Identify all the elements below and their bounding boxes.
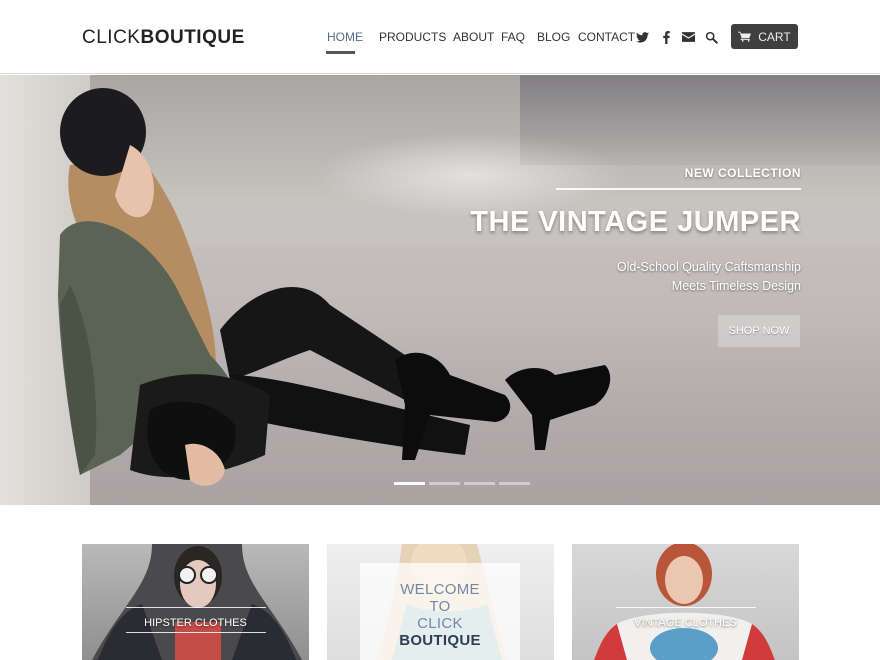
hero-kicker: NEW COLLECTION [684,166,801,180]
tile3-label: VINTAGE CLOTHES [634,617,737,629]
welcome-line-4: BOUTIQUE [399,632,481,649]
search-icon[interactable] [704,30,718,44]
hero-slider: NEW COLLECTION THE VINTAGE JUMPER Old-Sc… [0,75,880,505]
nav-blog[interactable]: BLOG [537,30,570,44]
slider-dot-4[interactable] [499,482,530,485]
cart-icon [738,31,752,42]
hero-model-photo [58,88,611,486]
hipster-model-photo [92,544,302,660]
slider-dot-2[interactable] [429,482,460,485]
tile3-rule-top [616,607,756,608]
tile-welcome[interactable]: WELCOME TO CLICK BOUTIQUE [327,544,554,660]
tile-hipster-clothes[interactable]: HIPSTER CLOTHES [82,544,309,660]
cart-button[interactable]: CART [731,24,798,49]
welcome-line-3: CLICK [417,615,463,632]
twitter-icon[interactable] [635,30,649,44]
slider-dot-3[interactable] [464,482,495,485]
hero-subtitle-line2: Meets Timeless Design [671,279,801,293]
logo-bold-text: BOUTIQUE [140,27,245,48]
nav-about[interactable]: ABOUT [453,30,494,44]
site-logo[interactable]: CLICKBOUTIQUE [82,27,245,49]
hero-divider [556,188,801,190]
tile1-rule-top [126,607,266,608]
welcome-line-2: TO [429,598,451,615]
logo-light-text: CLICK [82,27,141,48]
cart-label: CART [758,29,791,44]
slider-dot-1[interactable] [394,482,425,485]
welcome-box: WELCOME TO CLICK BOUTIQUE [360,563,520,660]
nav-home[interactable]: HOME [327,30,363,44]
vintage-model-photo [594,544,775,660]
nav-faq[interactable]: FAQ [501,30,525,44]
active-nav-indicator [326,51,355,54]
tile1-rule-bottom [126,632,266,633]
nav-contact[interactable]: CONTACT [578,30,635,44]
shop-now-button[interactable]: SHOP NOW [718,315,800,347]
hero-subtitle: Old-School Quality Caftsmanship Meets Ti… [617,258,801,296]
nav-products[interactable]: PRODUCTS [379,30,446,44]
welcome-line-1: WELCOME [400,581,480,598]
facebook-icon[interactable] [659,30,673,44]
mail-icon[interactable] [681,30,695,44]
site-header: CLICKBOUTIQUE HOME PRODUCTS ABOUT FAQ BL… [0,0,880,74]
hero-subtitle-line1: Old-School Quality Caftsmanship [616,260,801,274]
tile1-label: HIPSTER CLOTHES [144,617,247,629]
hero-title: THE VINTAGE JUMPER [470,206,801,238]
tile-vintage-clothes[interactable]: VINTAGE CLOTHES [572,544,799,660]
